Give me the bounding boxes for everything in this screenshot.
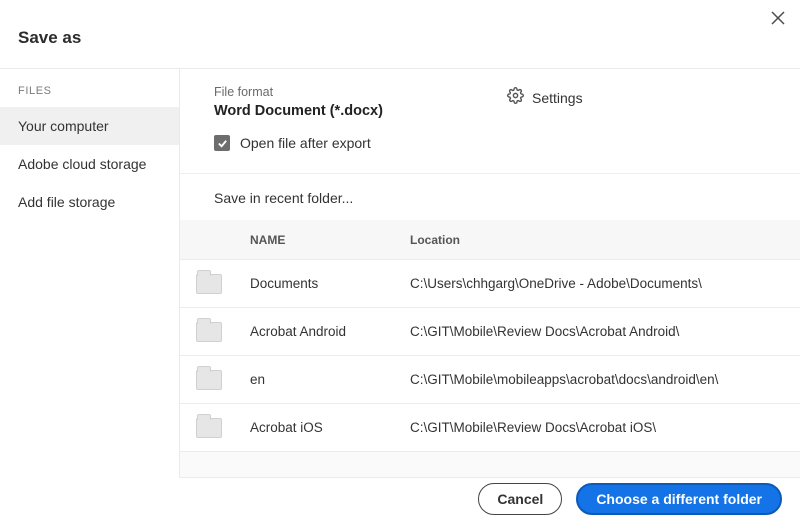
row-name: Documents bbox=[250, 276, 410, 291]
dialog-body: FILES Your computer Adobe cloud storage … bbox=[0, 68, 800, 478]
row-location: C:\GIT\Mobile\Review Docs\Acrobat iOS\ bbox=[410, 420, 800, 435]
recent-folder-label: Save in recent folder... bbox=[180, 173, 800, 220]
cancel-label: Cancel bbox=[497, 491, 543, 507]
close-button[interactable] bbox=[768, 8, 788, 28]
settings-label: Settings bbox=[532, 90, 583, 106]
close-icon bbox=[771, 11, 785, 25]
table-row[interactable]: Acrobat Android C:\GIT\Mobile\Review Doc… bbox=[180, 308, 800, 356]
sidebar-item-add-storage[interactable]: Add file storage bbox=[0, 183, 179, 221]
header-name: NAME bbox=[250, 233, 410, 247]
folder-icon bbox=[196, 418, 222, 438]
table-header: NAME Location bbox=[180, 220, 800, 260]
file-format-block: File format Word Document (*.docx) bbox=[214, 85, 507, 119]
table-empty-row bbox=[180, 452, 800, 478]
folder-icon bbox=[196, 322, 222, 342]
row-name: Acrobat iOS bbox=[250, 420, 410, 435]
header-location: Location bbox=[410, 233, 800, 247]
row-location: C:\GIT\Mobile\mobileapps\acrobat\docs\an… bbox=[410, 372, 800, 387]
file-format-label: File format bbox=[214, 85, 507, 99]
dialog-footer: Cancel Choose a different folder bbox=[478, 483, 782, 515]
folder-icon bbox=[196, 370, 222, 390]
main-panel: File format Word Document (*.docx) Setti… bbox=[180, 69, 800, 478]
row-location: C:\GIT\Mobile\Review Docs\Acrobat Androi… bbox=[410, 324, 800, 339]
row-name: en bbox=[250, 372, 410, 387]
folder-icon bbox=[196, 274, 222, 294]
table-row[interactable]: en C:\GIT\Mobile\mobileapps\acrobat\docs… bbox=[180, 356, 800, 404]
table-row[interactable]: Acrobat iOS C:\GIT\Mobile\Review Docs\Ac… bbox=[180, 404, 800, 452]
choose-folder-button[interactable]: Choose a different folder bbox=[576, 483, 782, 515]
sidebar: FILES Your computer Adobe cloud storage … bbox=[0, 69, 180, 478]
table-row[interactable]: Documents C:\Users\chhgarg\OneDrive - Ad… bbox=[180, 260, 800, 308]
settings-button[interactable]: Settings bbox=[507, 85, 800, 109]
sidebar-item-your-computer[interactable]: Your computer bbox=[0, 107, 179, 145]
cancel-button[interactable]: Cancel bbox=[478, 483, 562, 515]
dialog-title: Save as bbox=[0, 0, 800, 68]
sidebar-item-label: Adobe cloud storage bbox=[18, 156, 146, 172]
row-name: Acrobat Android bbox=[250, 324, 410, 339]
sidebar-heading: FILES bbox=[0, 69, 179, 107]
sidebar-item-label: Your computer bbox=[18, 118, 109, 134]
open-after-export-checkbox[interactable]: Open file after export bbox=[180, 125, 800, 173]
sidebar-item-adobe-cloud[interactable]: Adobe cloud storage bbox=[0, 145, 179, 183]
choose-label: Choose a different folder bbox=[596, 491, 762, 507]
open-after-label: Open file after export bbox=[240, 135, 371, 151]
recent-folders-table: NAME Location Documents C:\Users\chhgarg… bbox=[180, 220, 800, 478]
row-location: C:\Users\chhgarg\OneDrive - Adobe\Docume… bbox=[410, 276, 800, 291]
sidebar-item-label: Add file storage bbox=[18, 194, 115, 210]
checkbox-checked-icon bbox=[214, 135, 230, 151]
gear-icon bbox=[507, 87, 524, 109]
file-format-value: Word Document (*.docx) bbox=[214, 103, 507, 119]
